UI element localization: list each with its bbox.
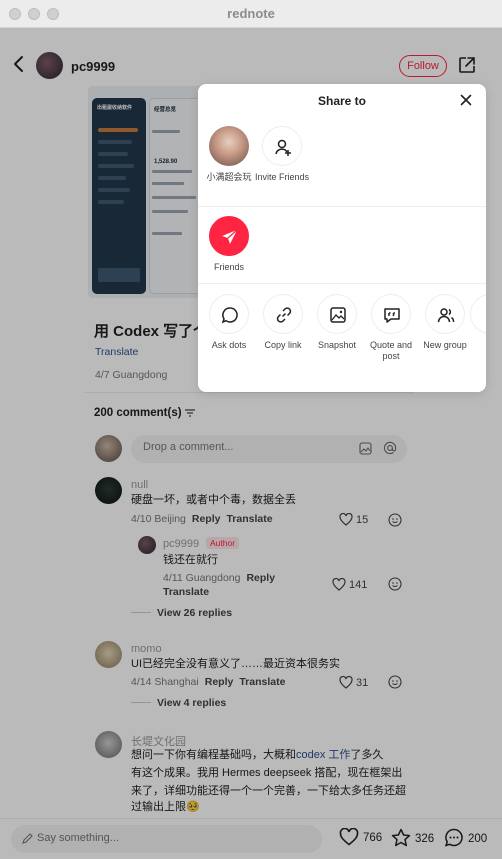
separator	[198, 283, 486, 284]
app-window: rednote pc9999 Follow 出租屋收纳软件 经营总览 1,528…	[0, 0, 502, 859]
more-share-option[interactable]	[470, 294, 486, 334]
quote-and-post-button[interactable]: Quote and post	[362, 294, 420, 362]
contact-avatar	[209, 126, 249, 166]
title-bar: rednote	[0, 0, 502, 28]
share-contact[interactable]: 小满超会玩	[200, 126, 258, 183]
image-icon	[330, 307, 346, 323]
add-user-icon	[275, 139, 291, 156]
quote-and-post-label: Quote and post	[369, 340, 413, 361]
friends-label: Friends	[213, 262, 244, 272]
send-icon	[222, 229, 238, 244]
snapshot-button[interactable]: Snapshot	[308, 294, 366, 351]
quote-icon	[384, 308, 400, 323]
ask-dots-label: Ask dots	[211, 340, 247, 350]
separator	[198, 206, 486, 207]
contact-label: 小满超会玩	[206, 172, 252, 182]
copy-link-button[interactable]: Copy link	[254, 294, 312, 351]
chat-bubble-icon	[221, 307, 238, 324]
copy-link-label: Copy link	[264, 340, 302, 350]
ask-dots-button[interactable]: Ask dots	[200, 294, 258, 351]
invite-friends-label: Invite Friends	[254, 172, 310, 182]
link-icon	[276, 307, 292, 323]
snapshot-label: Snapshot	[317, 340, 357, 350]
share-panel-title: Share to	[317, 94, 366, 108]
new-group-label: New group	[423, 340, 467, 350]
group-icon	[437, 308, 455, 323]
new-group-button[interactable]: New group	[416, 294, 474, 351]
window-title: rednote	[227, 6, 275, 21]
invite-friends-button[interactable]: Invite Friends	[253, 126, 311, 183]
close-icon[interactable]	[460, 94, 472, 106]
share-panel: Share to 小满超会玩 Invite Friends Friends As…	[198, 84, 486, 392]
friends-share-button[interactable]: Friends	[200, 216, 258, 273]
